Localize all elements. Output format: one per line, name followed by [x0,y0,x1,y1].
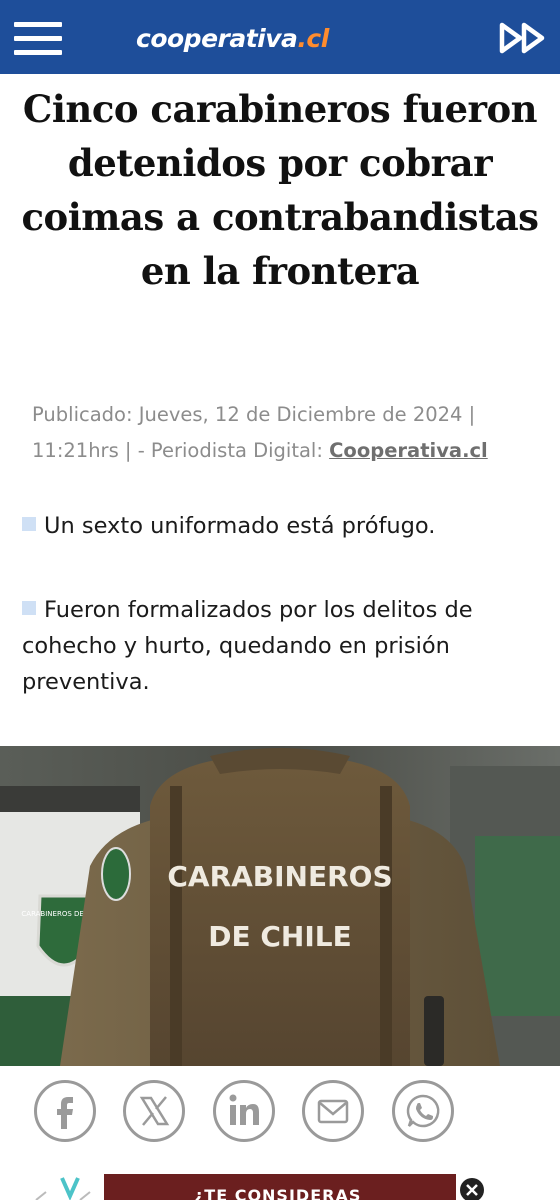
ad-banner[interactable]: ¿TE CONSIDERAS [104,1174,456,1200]
bullet-text: Un sexto uniformado está prófugo. [44,513,436,539]
bullet-square-icon [22,601,36,615]
whatsapp-icon[interactable] [392,1080,454,1142]
facebook-icon[interactable] [34,1080,96,1142]
article-headline: Cinco carabineros fueron detenidos por c… [21,87,539,293]
author-link[interactable]: Cooperativa.cl [329,439,488,462]
bullet-square-icon [22,517,36,531]
site-logo[interactable]: cooperativa.cl [136,22,329,56]
logo-name: cooperativa [136,24,298,53]
close-icon[interactable] [458,1176,486,1200]
ad-text: ¿TE CONSIDERAS [194,1186,362,1200]
linkedin-icon[interactable] [213,1080,275,1142]
ad-logo-icon [32,1172,96,1200]
logo-tld: .cl [297,24,329,53]
share-bar [0,1066,560,1164]
article-photo: CARABINEROS DE CHILE CARABINEROS DE CHIL… [0,746,560,1066]
double-chevron-right-icon[interactable] [498,22,548,54]
summary-bullet: Un sexto uniformado está prófugo. [22,508,522,544]
patch-line-1: CARABINEROS [167,860,392,893]
bullet-text: Fueron formalizados por los delitos de c… [22,597,473,695]
x-twitter-icon[interactable] [123,1080,185,1142]
patch-line-2: DE CHILE [208,920,352,953]
summary-bullet: Fueron formalizados por los delitos de c… [22,592,522,700]
hamburger-menu-icon[interactable] [14,22,62,56]
article-meta: Publicado: Jueves, 12 de Diciembre de 20… [32,397,532,469]
ad-strip: ¿TE CONSIDERAS [0,1164,560,1200]
email-icon[interactable] [302,1080,364,1142]
top-navigation-bar: cooperativa.cl [0,0,560,74]
